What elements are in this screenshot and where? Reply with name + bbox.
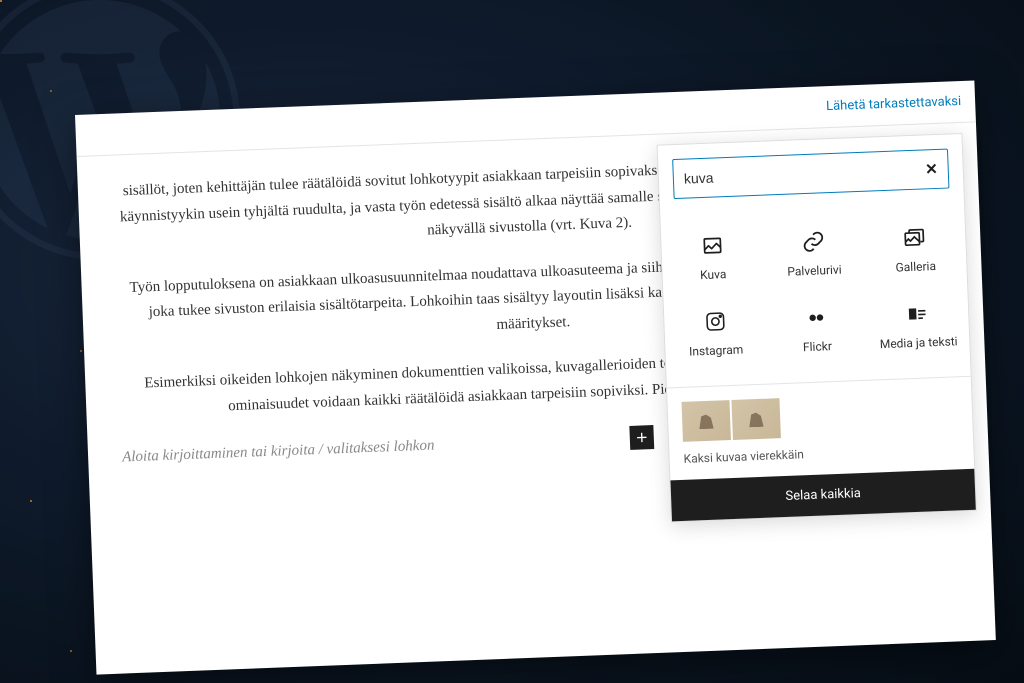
block-label: Media ja teksti: [880, 334, 958, 351]
pattern-thumbnail: [731, 398, 781, 440]
clear-search-button[interactable]: ✕: [925, 160, 938, 178]
block-label: Kuva: [700, 267, 727, 282]
pattern-thumbnail: [681, 400, 731, 442]
block-option-gallery[interactable]: Galleria: [863, 210, 967, 290]
add-block-button[interactable]: [629, 425, 654, 450]
pattern-preview[interactable]: [681, 391, 958, 442]
pattern-section: Kaksi kuvaa vierekkäin: [667, 376, 974, 481]
block-inserter-panel: ✕ Kuva Palvelurivi: [657, 133, 977, 522]
block-results-grid: Kuva Palvelurivi Galleria: [660, 202, 970, 388]
link-icon: [801, 229, 826, 254]
block-label: Instagram: [689, 343, 744, 359]
plus-icon: [633, 429, 650, 446]
block-option-services-row[interactable]: Palvelurivi: [762, 214, 866, 294]
media-text-icon: [905, 301, 930, 326]
block-label: Palvelurivi: [787, 263, 842, 279]
gallery-icon: [902, 225, 927, 250]
block-option-flickr[interactable]: Flickr: [765, 290, 869, 370]
flickr-icon: [804, 305, 829, 330]
block-label: Flickr: [803, 339, 832, 354]
block-search-input[interactable]: [684, 161, 926, 186]
block-option-instagram[interactable]: Instagram: [663, 294, 767, 374]
instagram-icon: [703, 309, 728, 334]
block-label: Galleria: [895, 259, 936, 275]
block-placeholder-text[interactable]: Aloita kirjoittaminen tai kirjoita / val…: [122, 437, 435, 466]
image-icon: [700, 233, 725, 258]
block-search-box: ✕: [672, 149, 949, 200]
editor-window: Lähetä tarkastettavaksi sisällöt, joten …: [75, 80, 996, 674]
block-option-image[interactable]: Kuva: [661, 218, 765, 298]
block-option-media-text[interactable]: Media ja teksti: [866, 286, 970, 366]
submit-review-link[interactable]: Lähetä tarkastettavaksi: [826, 94, 962, 114]
pattern-label: Kaksi kuvaa vierekkäin: [683, 441, 959, 466]
